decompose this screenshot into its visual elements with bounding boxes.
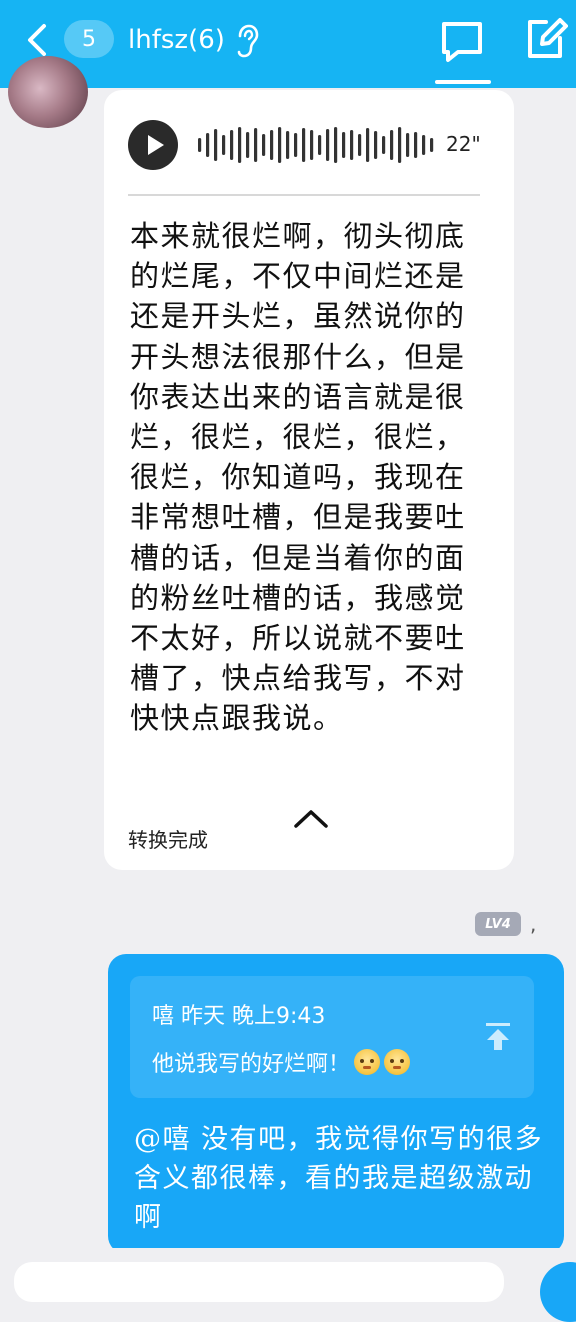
unread-count-badge[interactable]: 5 xyxy=(64,20,114,58)
waveform-bar xyxy=(366,128,370,162)
waveform-bar xyxy=(302,128,306,162)
outgoing-message-text: @嘻 没有吧，我觉得你写的很多含义都很棒，看的我是超级激动啊 xyxy=(134,1124,544,1233)
voice-duration: 22" xyxy=(446,132,481,156)
waveform-icon xyxy=(198,127,434,163)
waveform-bar xyxy=(238,127,242,163)
waveform-bar xyxy=(198,138,202,152)
waveform-bar xyxy=(318,135,322,155)
voice-transcript: 本来就很烂啊，彻头彻底的烂尾，不仅中间烂还是还是开头烂，虽然说你的开头想法很那什… xyxy=(130,219,466,736)
waveform-bar xyxy=(206,133,210,157)
waveform-bar xyxy=(278,127,282,163)
back-arrow-icon[interactable] xyxy=(20,22,56,58)
grimace-emoji-icon xyxy=(384,1049,411,1075)
quote-text: 他说我写的好烂啊！ xyxy=(152,1052,351,1077)
chat-title[interactable]: lhfsz(6) xyxy=(128,22,225,58)
ear-icon[interactable] xyxy=(234,24,260,58)
quote-meta: 嘻 昨天 晚上9:43 xyxy=(152,1004,326,1029)
convert-status: 转换完成 xyxy=(128,828,208,852)
divider xyxy=(128,194,480,196)
sender-avatar[interactable] xyxy=(8,56,88,128)
waveform-bar xyxy=(286,131,290,159)
level-badge-trailing: , xyxy=(530,912,537,936)
waveform-bar xyxy=(350,130,354,160)
grimace-emoji-icon xyxy=(354,1049,381,1075)
waveform-bar xyxy=(334,127,338,163)
waveform-bar xyxy=(222,135,226,155)
waveform-bar xyxy=(406,133,410,157)
waveform-bar xyxy=(214,129,218,161)
waveform-bar xyxy=(390,130,394,160)
play-icon[interactable] xyxy=(128,120,178,170)
waveform-bar xyxy=(310,130,314,160)
waveform-bar xyxy=(342,132,346,158)
waveform-bar xyxy=(294,133,298,157)
chevron-up-icon[interactable] xyxy=(292,806,330,832)
waveform-bar xyxy=(398,127,402,163)
waveform-bar xyxy=(382,136,386,154)
active-tab-indicator xyxy=(435,80,491,84)
edit-icon[interactable] xyxy=(522,16,568,62)
waveform-bar xyxy=(270,130,274,160)
waveform-bar xyxy=(326,129,330,161)
waveform-bar xyxy=(358,134,362,156)
waveform-bar xyxy=(422,135,426,155)
waveform-bar xyxy=(254,128,258,162)
chat-bubble-icon[interactable] xyxy=(436,16,488,68)
jump-to-top-icon[interactable] xyxy=(482,1020,514,1052)
quoted-message[interactable]: 嘻 昨天 晚上9:43 他说我写的好烂啊！ xyxy=(130,976,534,1098)
quote-text-row: 他说我写的好烂啊！ xyxy=(152,1046,411,1078)
waveform-bar xyxy=(246,132,250,158)
waveform-bar xyxy=(374,131,378,159)
waveform-bar xyxy=(414,132,418,158)
waveform-bar xyxy=(430,138,434,152)
voice-message-card[interactable]: 22" 本来就很烂啊，彻头彻底的烂尾，不仅中间烂还是还是开头烂，虽然说你的开头想… xyxy=(104,90,514,870)
level-badge: LV4 xyxy=(475,912,521,936)
waveform-bar xyxy=(230,130,234,160)
message-input[interactable] xyxy=(14,1262,504,1302)
chat-header: 5 lhfsz(6) xyxy=(0,0,576,88)
waveform-bar xyxy=(262,134,266,156)
outgoing-message-bubble[interactable]: 嘻 昨天 晚上9:43 他说我写的好烂啊！ @嘻 没有吧，我觉得你写的很多含义都… xyxy=(108,954,564,1254)
